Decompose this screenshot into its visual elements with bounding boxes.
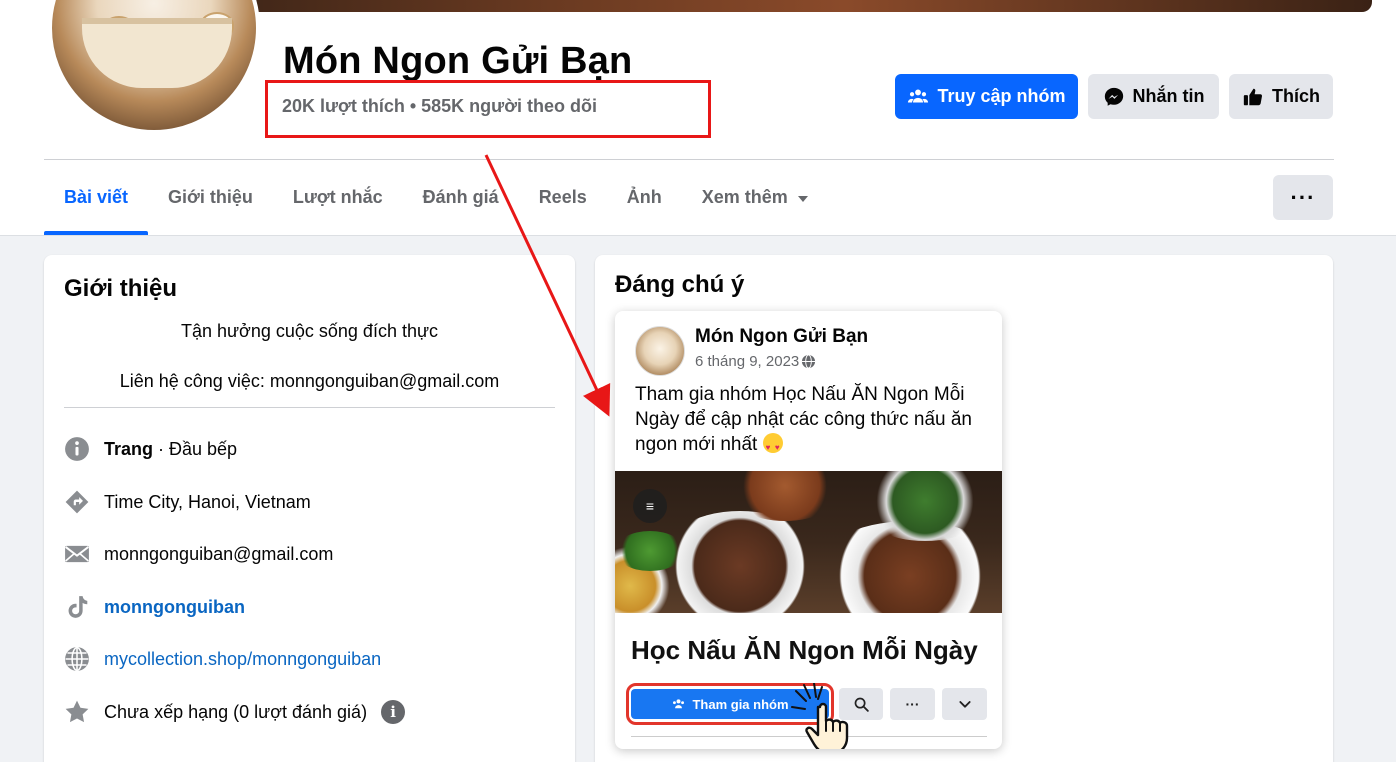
globe-icon xyxy=(802,354,816,369)
people-icon xyxy=(908,88,929,102)
profile-tabs: Bài viết Giới thiệu Lượt nhắc Đánh giá R… xyxy=(44,160,828,235)
envelope-icon xyxy=(64,541,90,567)
featured-title: Đáng chú ý xyxy=(615,271,745,298)
caret-down-icon xyxy=(797,195,808,202)
tab-posts[interactable]: Bài viết xyxy=(44,160,149,235)
tab-mentions[interactable]: Lượt nhắc xyxy=(273,160,403,235)
tab-see-more[interactable]: Xem thêm xyxy=(682,160,828,235)
post-text: Tham gia nhóm Học Nấu ĂN Ngon Mỗi Ngày đ… xyxy=(635,382,985,460)
cover-photo[interactable] xyxy=(200,0,1372,12)
tab-reviews[interactable]: Đánh giá xyxy=(403,160,519,235)
page-category: · Đầu bếp xyxy=(153,438,238,459)
food-plate xyxy=(655,511,825,613)
pointing-hand-icon xyxy=(791,683,849,749)
featured-post[interactable]: Món Ngon Gửi Bạn 6 tháng 9, 2023 Tham gi… xyxy=(615,311,1002,749)
info-email: monngonguiban@gmail.com xyxy=(64,541,333,567)
more-options-button[interactable]: ··· xyxy=(1273,175,1333,220)
menu-icon[interactable]: ≡ xyxy=(633,489,667,523)
post-text-body: Tham gia nhóm Học Nấu ĂN Ngon Mỗi Ngày đ… xyxy=(635,384,972,455)
page-type-label: Trang xyxy=(104,438,154,459)
page-title: Món Ngon Gửi Bạn xyxy=(283,40,633,82)
post-food-photo[interactable]: ≡ xyxy=(615,471,1002,613)
info-location: Time City, Hanoi, Vietnam xyxy=(64,489,311,515)
post-date-text: 6 tháng 9, 2023 xyxy=(695,353,800,370)
info-tiktok: monngonguiban xyxy=(64,594,245,620)
tab-photos[interactable]: Ảnh xyxy=(607,160,682,235)
tab-reels[interactable]: Reels xyxy=(519,160,607,235)
thumbs-up-icon xyxy=(1243,88,1263,105)
star-icon xyxy=(64,699,90,725)
globe-icon xyxy=(64,646,90,672)
tiktok-icon xyxy=(64,594,90,620)
tab-label: Giới thiệu xyxy=(168,187,253,207)
email-text: monngonguiban@gmail.com xyxy=(104,543,334,564)
intro-contact: Liên hệ công việc: monngonguiban@gmail.c… xyxy=(119,371,500,391)
herbs xyxy=(615,531,685,571)
directions-icon xyxy=(64,489,90,515)
info-icon xyxy=(64,436,90,462)
post-author[interactable]: Món Ngon Gửi Bạn xyxy=(695,326,868,348)
people-icon xyxy=(673,698,685,708)
highlight-box xyxy=(265,80,711,138)
post-date[interactable]: 6 tháng 9, 2023 xyxy=(695,353,816,370)
info-page-type-text: Trang · Đầu bếp xyxy=(104,439,237,460)
location-text: Time City, Hanoi, Vietnam xyxy=(104,491,311,512)
group-more-button[interactable]: ··· xyxy=(890,688,935,720)
chevron-down-icon xyxy=(958,701,971,708)
message-label: Nhắn tin xyxy=(1132,86,1205,106)
tab-label: Lượt nhắc xyxy=(292,187,383,207)
intro-bio: Tận hưởng cuộc sống đích thực xyxy=(180,321,439,341)
info-page-type: Trang · Đầu bếp xyxy=(64,436,237,462)
group-dropdown-button[interactable] xyxy=(942,688,987,720)
like-button[interactable]: Thích xyxy=(1229,74,1333,119)
info-rating: Chưa xếp hạng (0 lượt đánh giá) i xyxy=(64,699,406,725)
join-group-label: Tham gia nhóm xyxy=(692,696,789,712)
tab-label: Xem thêm xyxy=(701,187,788,207)
heart-eyes-emoji-icon xyxy=(762,433,783,460)
like-label: Thích xyxy=(1272,86,1320,106)
post-author-avatar[interactable] xyxy=(635,326,685,376)
tiktok-link[interactable]: monngonguiban xyxy=(104,597,245,618)
info-tooltip-icon[interactable]: i xyxy=(381,700,406,724)
avatar-cup xyxy=(82,18,232,88)
info-website: mycollection.shop/monngonguiban xyxy=(64,646,381,672)
message-button[interactable]: Nhắn tin xyxy=(1088,74,1219,119)
tab-label: Bài viết xyxy=(64,187,129,207)
rating-text: Chưa xếp hạng (0 lượt đánh giá) xyxy=(104,701,368,722)
tab-label: Ảnh xyxy=(626,187,662,207)
tab-label: Reels xyxy=(538,187,587,207)
visit-group-button[interactable]: Truy cập nhóm xyxy=(895,74,1078,119)
intro-divider xyxy=(64,407,555,408)
messenger-icon xyxy=(1104,87,1123,106)
visit-group-label: Truy cập nhóm xyxy=(937,86,1066,106)
website-link[interactable]: mycollection.shop/monngonguiban xyxy=(104,649,381,670)
group-name[interactable]: Học Nấu ĂN Ngon Mỗi Ngày xyxy=(631,635,978,666)
tab-about[interactable]: Giới thiệu xyxy=(148,160,273,235)
tab-label: Đánh giá xyxy=(422,187,499,207)
intro-title: Giới thiệu xyxy=(64,275,178,302)
